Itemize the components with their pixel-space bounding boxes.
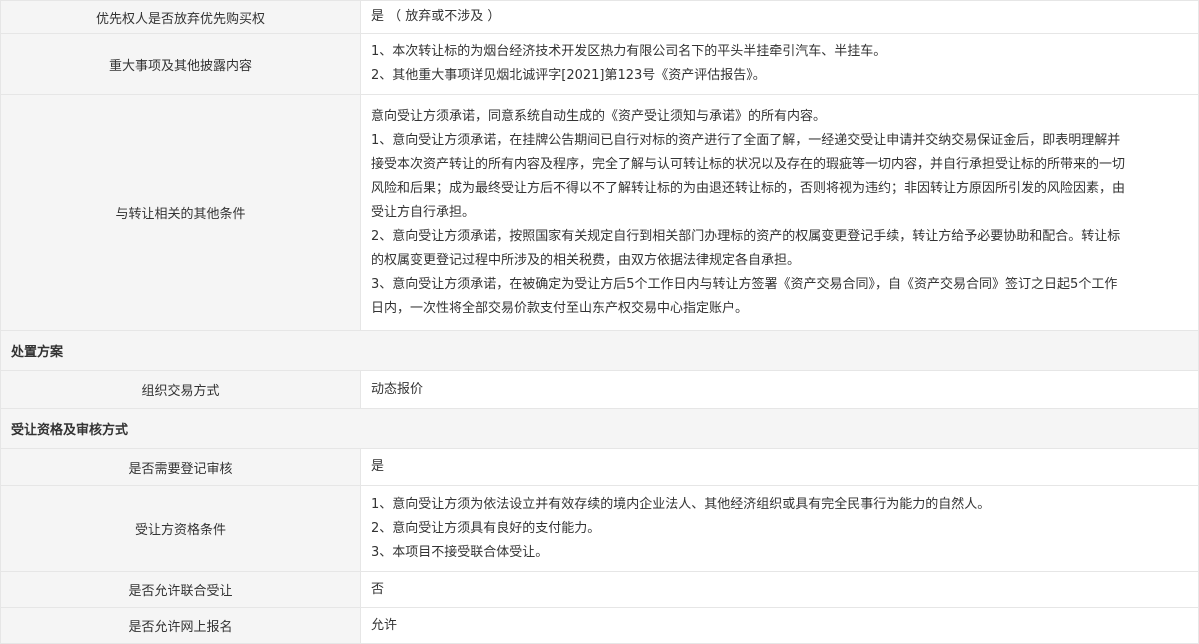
value-line: 2、意向受让方须具有良好的支付能力。 — [371, 520, 601, 536]
row-label: 是否需要登记审核 — [0, 448, 361, 486]
value-line: 2、意向受让方须承诺，按照国家有关规定自行到相关部门办理标的资产的权属变更登记手… — [371, 228, 1121, 244]
row-value: 动态报价 — [360, 370, 1199, 409]
row-value: 意向受让方须承诺，同意系统自动生成的《资产受让须知与承诺》的所有内容。 1、意向… — [360, 94, 1199, 331]
value-line: 2、其他重大事项详见烟北诚评字[2021]第123号《资产评估报告》。 — [371, 68, 766, 83]
table-row: 受让方资格条件 1、意向受让方须为依法设立并有效存续的境内企业法人、其他经济组织… — [0, 485, 1199, 572]
table-row: 组织交易方式 动态报价 — [0, 370, 1199, 409]
value-line: 3、意向受让方须承诺，在被确定为受让方后5个工作日内与转让方签署《资产交易合同》… — [371, 276, 1118, 292]
row-label: 优先权人是否放弃优先购买权 — [0, 0, 361, 34]
value-line: 1、意向受让方须为依法设立并有效存续的境内企业法人、其他经济组织或具有完全民事行… — [371, 496, 991, 512]
detail-table: 优先权人是否放弃优先购买权 是 （ 放弃或不涉及 ） 重大事项及其他披露内容 1… — [0, 0, 1199, 644]
row-value: 是 （ 放弃或不涉及 ） — [360, 0, 1199, 34]
value-line: 允许 — [371, 617, 398, 633]
row-value: 允许 — [360, 607, 1199, 644]
value-line: 动态报价 — [371, 381, 424, 397]
value-line: 接受本次资产转让的所有内容及程序，完全了解与认可转让标的状况以及存在的瑕疵等一切… — [371, 156, 1126, 172]
row-label: 是否允许网上报名 — [0, 607, 361, 644]
table-row: 重大事项及其他披露内容 1、本次转让标的为烟台经济技术开发区热力有限公司名下的平… — [0, 33, 1199, 95]
value-line: 否 — [371, 581, 385, 597]
row-label: 是否允许联合受让 — [0, 571, 361, 608]
value-line: 意向受让方须承诺，同意系统自动生成的《资产受让须知与承诺》的所有内容。 — [371, 108, 827, 124]
row-value: 否 — [360, 571, 1199, 608]
row-label: 与转让相关的其他条件 — [0, 94, 361, 331]
row-value: 1、意向受让方须为依法设立并有效存续的境内企业法人、其他经济组织或具有完全民事行… — [360, 485, 1199, 572]
row-value: 是 — [360, 448, 1199, 486]
section-header-row: 处置方案 — [0, 330, 1199, 371]
table-row: 是否允许网上报名 允许 — [0, 607, 1199, 644]
section-header-row: 受让资格及审核方式 — [0, 408, 1199, 449]
value-line: 是 — [371, 459, 385, 474]
value-line: 3、本项目不接受联合体受让。 — [371, 544, 549, 560]
row-label: 受让方资格条件 — [0, 485, 361, 572]
table-row: 是否需要登记审核 是 — [0, 448, 1199, 486]
section-title: 受让资格及审核方式 — [0, 408, 1199, 449]
section-title: 处置方案 — [0, 330, 1199, 371]
value-line: 日内，一次性将全部交易价款支付至山东产权交易中心指定账户。 — [371, 300, 749, 316]
row-label: 组织交易方式 — [0, 370, 361, 409]
row-label: 重大事项及其他披露内容 — [0, 33, 361, 95]
value-line: 受让方自行承担。 — [371, 204, 476, 220]
table-row: 是否允许联合受让 否 — [0, 571, 1199, 608]
table-row: 优先权人是否放弃优先购买权 是 （ 放弃或不涉及 ） — [0, 0, 1199, 34]
table-row: 与转让相关的其他条件 意向受让方须承诺，同意系统自动生成的《资产受让须知与承诺》… — [0, 94, 1199, 331]
value-line: 风险和后果；成为最终受让方后不得以不了解转让标的为由退还转让标的，否则将视为违约… — [371, 180, 1126, 196]
value-line: 1、意向受让方须承诺，在挂牌公告期间已自行对标的资产进行了全面了解，一经递交受让… — [371, 132, 1121, 148]
value-line: 的权属变更登记过程中所涉及的相关税费，由双方依据法律规定各自承担。 — [371, 252, 801, 268]
row-value: 1、本次转让标的为烟台经济技术开发区热力有限公司名下的平头半挂牵引汽车、半挂车。… — [360, 33, 1199, 95]
value-line: 是 （ 放弃或不涉及 ） — [371, 9, 501, 24]
value-line: 1、本次转让标的为烟台经济技术开发区热力有限公司名下的平头半挂牵引汽车、半挂车。 — [371, 44, 887, 59]
